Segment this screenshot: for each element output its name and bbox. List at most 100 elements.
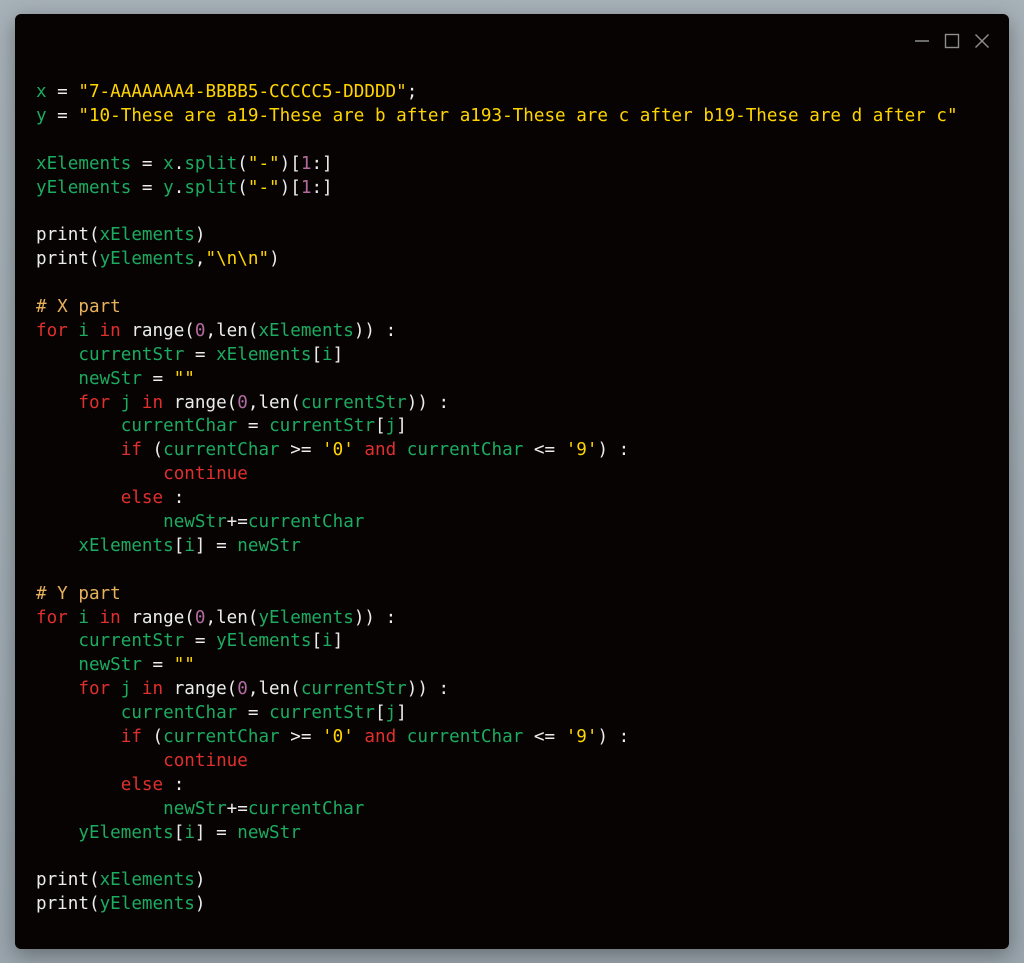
plain-token: )) :	[353, 320, 397, 341]
plain-token: print(	[36, 870, 100, 891]
plain-token: ,len(	[247, 679, 301, 700]
identifier-token: split	[184, 177, 238, 198]
identifier-token: newStr	[237, 535, 301, 556]
plain-token: <=	[523, 727, 566, 748]
identifier-token: xElements	[36, 153, 132, 174]
code-line: for i in range(0,len(yElements)) :	[36, 607, 958, 631]
code-line: yElements = y.split("-")[1:]	[36, 177, 958, 201]
plain-token: print(	[36, 249, 100, 270]
identifier-token: currentChar	[406, 440, 524, 461]
plain-token: =	[46, 105, 79, 126]
plain-token: (	[141, 727, 164, 748]
plain-token: ] =	[194, 822, 238, 843]
number-token: 1	[300, 153, 312, 174]
string-token: ""	[173, 368, 195, 389]
plain-token: ,	[194, 249, 206, 270]
identifier-token: currentChar	[163, 727, 280, 748]
plain-token: =	[237, 416, 270, 437]
window-controls	[913, 32, 991, 50]
code-line: newStr = ""	[36, 654, 958, 678]
identifier-token: j	[385, 416, 397, 437]
identifier-token: j	[385, 703, 397, 724]
identifier-token: xElements	[99, 225, 195, 246]
plain-token: )	[194, 894, 206, 915]
plain-token: ,len(	[205, 607, 259, 628]
plain-token: =	[237, 703, 270, 724]
number-token: 0	[237, 679, 248, 700]
code-line: # Y part	[36, 583, 958, 607]
plain-token: :]	[311, 177, 333, 198]
identifier-token: yElements	[258, 607, 354, 628]
identifier-token: currentStr	[78, 631, 185, 652]
plain-token: (	[237, 177, 248, 198]
code-line: continue	[36, 463, 958, 487]
code-line: for j in range(0,len(currentStr)) :	[36, 678, 958, 702]
plain-token: >=	[279, 727, 323, 748]
code-line: for i in range(0,len(xElements)) :	[36, 320, 958, 344]
code-line: if (currentChar >= '0' and currentChar <…	[36, 726, 958, 750]
code-line: xElements = x.split("-")[1:]	[36, 153, 958, 177]
comment-token: # Y part	[36, 583, 121, 604]
plain-token: ]	[396, 416, 407, 437]
plain-token: range(	[131, 607, 195, 628]
comment-token: # X part	[36, 297, 121, 318]
identifier-token: currentStr	[300, 679, 407, 700]
keyword-token: for	[36, 607, 79, 628]
maximize-icon[interactable]	[943, 32, 961, 50]
plain-token: )	[194, 225, 206, 246]
plain-token: =	[46, 82, 79, 102]
keyword-token: in	[131, 679, 174, 700]
keyword-token: else	[120, 774, 164, 795]
identifier-token: newStr	[78, 368, 142, 389]
string-token: "-"	[247, 177, 280, 198]
keyword-token: in	[88, 320, 132, 341]
string-token: "\n\n"	[205, 249, 270, 270]
string-token: "10-These are a19-These are b after a193…	[78, 105, 958, 126]
identifier-token: yElements	[78, 822, 174, 843]
plain-token: range(	[131, 320, 195, 341]
plain-token: )	[194, 870, 206, 891]
code-line: newStr+=currentChar	[36, 798, 958, 822]
plain-token: ;	[406, 82, 418, 102]
plain-token: =	[184, 631, 217, 652]
plain-token: =	[141, 655, 174, 676]
plain-token: +=	[226, 798, 248, 819]
identifier-token: currentChar	[247, 512, 365, 533]
plain-token: =	[131, 177, 164, 198]
identifier-token: newStr	[163, 798, 227, 819]
plain-token: .	[173, 153, 185, 174]
identifier-token: y	[163, 177, 174, 198]
identifier-token: currentStr	[300, 392, 407, 413]
plain-token: ]	[332, 631, 344, 652]
identifier-token: newStr	[163, 512, 227, 533]
plain-token: ] =	[194, 535, 238, 556]
plain-token: <=	[523, 440, 566, 461]
identifier-token: j	[120, 679, 132, 700]
identifier-token: i	[184, 822, 195, 843]
keyword-token: if	[120, 727, 142, 748]
identifier-token: i	[78, 320, 89, 341]
string-token: '9'	[565, 727, 598, 748]
string-token: "-"	[247, 153, 280, 174]
close-icon[interactable]	[973, 32, 991, 50]
plain-token: print(	[36, 225, 100, 246]
identifier-token: yElements	[99, 249, 195, 270]
identifier-token: yElements	[36, 177, 132, 198]
minimize-icon[interactable]	[913, 32, 931, 50]
plain-token: [	[311, 344, 323, 365]
plain-token: ,len(	[247, 392, 301, 413]
number-token: 0	[194, 607, 206, 628]
identifier-token: newStr	[78, 655, 142, 676]
plain-token: [	[311, 631, 323, 652]
plain-token: )) :	[406, 679, 450, 700]
